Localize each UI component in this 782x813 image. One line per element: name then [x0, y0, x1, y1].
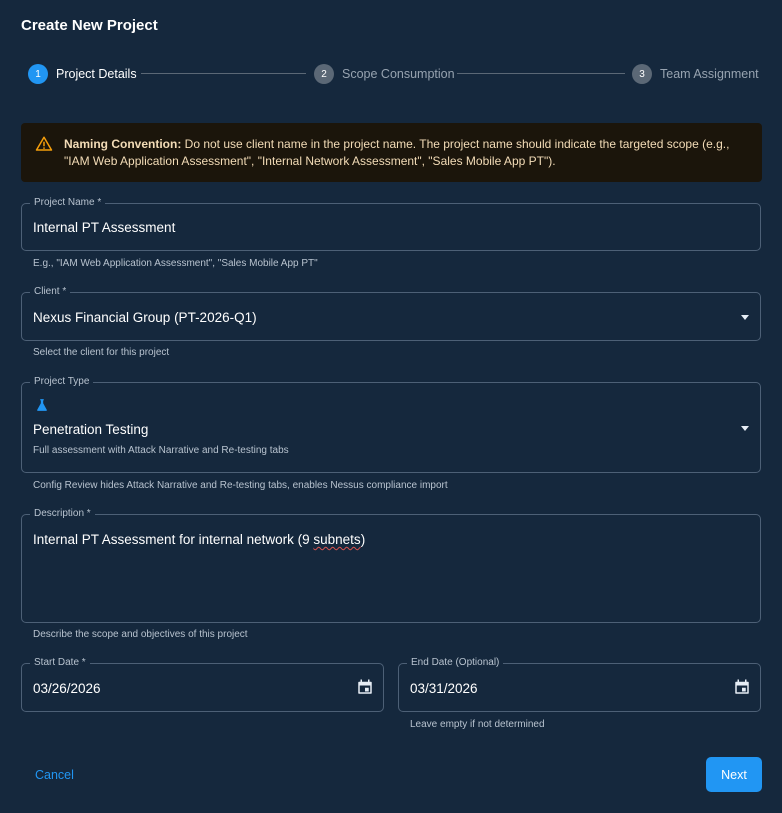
create-project-dialog: Create New Project 1 Project Details 2 S… — [0, 0, 782, 813]
stepper: 1 Project Details 2 Scope Consumption 3 … — [21, 63, 761, 85]
step-connector-1 — [141, 73, 306, 74]
client-value: Nexus Financial Group (PT-2026-Q1) — [33, 310, 257, 325]
client-helper: Select the client for this project — [33, 347, 170, 358]
spellcheck-flagged-word: subnets — [313, 532, 361, 547]
description-field[interactable]: Description * Internal PT Assessment for… — [21, 508, 761, 623]
start-date-field[interactable]: Start Date * 03/26/2026 — [21, 657, 384, 712]
description-text-suffix: ) — [360, 532, 366, 547]
next-button[interactable]: Next — [706, 757, 762, 792]
project-name-label: Project Name * — [30, 197, 106, 209]
step-number-2: 2 — [314, 64, 334, 84]
step-team-assignment[interactable]: 3 Team Assignment — [632, 63, 759, 85]
project-type-helper: Config Review hides Attack Narrative and… — [33, 480, 448, 491]
warning-triangle-icon — [35, 136, 53, 151]
step-label-team-assignment: Team Assignment — [660, 67, 759, 81]
end-date-helper: Leave empty if not determined — [410, 719, 545, 730]
naming-convention-alert: Naming Convention: Do not use client nam… — [21, 123, 762, 182]
project-name-helper: E.g., "IAM Web Application Assessment", … — [33, 258, 318, 269]
start-date-input[interactable]: 03/26/2026 — [33, 681, 101, 696]
flask-icon — [37, 399, 47, 411]
description-text-prefix: Internal PT Assessment for internal netw… — [33, 532, 314, 547]
description-textarea[interactable]: Internal PT Assessment for internal netw… — [33, 532, 365, 547]
step-connector-2 — [457, 73, 625, 74]
start-date-label: Start Date * — [30, 657, 90, 669]
project-name-input[interactable]: Internal PT Assessment — [33, 220, 175, 235]
step-label-project-details: Project Details — [56, 67, 137, 81]
step-number-3: 3 — [632, 64, 652, 84]
project-type-dropdown-caret-icon — [741, 426, 749, 431]
project-name-field[interactable]: Project Name * Internal PT Assessment — [21, 197, 761, 251]
end-date-field[interactable]: End Date (Optional) 03/31/2026 — [398, 657, 761, 712]
project-type-value: Penetration Testing — [33, 422, 149, 437]
description-label: Description * — [30, 508, 95, 520]
step-scope-consumption[interactable]: 2 Scope Consumption — [314, 63, 455, 85]
project-type-description: Full assessment with Attack Narrative an… — [33, 445, 289, 456]
step-number-1: 1 — [28, 64, 48, 84]
cancel-button[interactable]: Cancel — [35, 768, 74, 782]
client-select[interactable]: Client * Nexus Financial Group (PT-2026-… — [21, 286, 761, 341]
end-date-input[interactable]: 03/31/2026 — [410, 681, 478, 696]
alert-message: Naming Convention: Do not use client nam… — [64, 136, 750, 170]
calendar-icon[interactable] — [733, 678, 751, 696]
description-helper: Describe the scope and objectives of thi… — [33, 629, 248, 640]
project-type-label: Project Type — [30, 376, 94, 388]
step-label-scope-consumption: Scope Consumption — [342, 67, 455, 81]
client-label: Client * — [30, 286, 71, 298]
step-project-details[interactable]: 1 Project Details — [28, 63, 137, 85]
project-type-select[interactable]: Project Type Penetration Testing Full as… — [21, 376, 761, 473]
calendar-icon[interactable] — [356, 678, 374, 696]
client-dropdown-caret-icon — [741, 315, 749, 320]
dialog-title: Create New Project — [21, 17, 158, 34]
alert-heading: Naming Convention: — [64, 137, 182, 151]
end-date-label: End Date (Optional) — [407, 657, 504, 669]
